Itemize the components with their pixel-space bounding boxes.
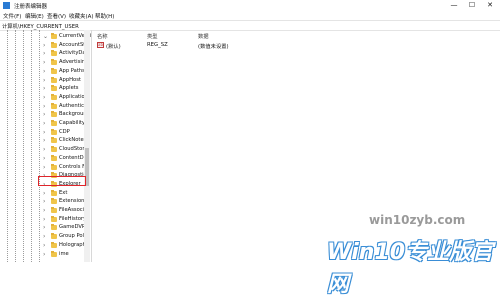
tree-item-label: ClickNote — [59, 137, 84, 144]
chevron-right-icon[interactable]: › — [43, 94, 45, 101]
folder-icon — [51, 128, 57, 135]
chevron-right-icon[interactable]: › — [43, 120, 45, 127]
folder-icon — [51, 93, 57, 100]
values-list: 名称 类型 数据 ab (默认) REG_SZ (数值未设置) — [92, 30, 500, 262]
menu-view[interactable]: 查看(V) — [47, 12, 66, 20]
tree-item-label: ContentDe — [59, 154, 87, 161]
value-name: (默认) — [106, 44, 121, 50]
column-header-type[interactable]: 类型 — [147, 32, 158, 40]
folder-icon — [51, 76, 57, 83]
value-type: REG_SZ — [147, 42, 168, 48]
folder-icon — [51, 163, 57, 170]
chevron-right-icon[interactable]: › — [43, 207, 45, 214]
menu-favorites[interactable]: 收藏夹(A) — [69, 12, 94, 20]
folder-icon — [51, 198, 57, 205]
chevron-right-icon[interactable]: › — [43, 155, 45, 162]
title-bar: 注册表编辑器 — ☐ ✕ — [0, 0, 500, 11]
tree-item-label: ime — [59, 250, 69, 257]
chevron-right-icon[interactable]: › — [43, 233, 45, 240]
tree-item-label: CDP — [59, 128, 70, 135]
string-value-icon: ab — [97, 42, 104, 48]
explorer-highlight-box — [38, 176, 86, 186]
tree-item-label: Ext — [59, 189, 68, 196]
chevron-right-icon[interactable]: › — [43, 129, 45, 136]
tree-item-label: Controls F — [59, 163, 86, 170]
chevron-right-icon[interactable]: › — [43, 137, 45, 144]
folder-icon — [51, 146, 57, 153]
menu-edit[interactable]: 编辑(E) — [25, 12, 44, 20]
chevron-right-icon[interactable]: › — [43, 59, 45, 66]
chevron-down-icon[interactable]: ⌄ — [43, 33, 48, 40]
watermark-url: win10zyb.com — [369, 213, 466, 227]
value-data: (数值未设置) — [198, 44, 229, 50]
folder-icon — [51, 50, 57, 57]
minimize-button[interactable]: — — [445, 0, 463, 11]
chevron-right-icon[interactable]: › — [43, 85, 45, 92]
tree-item-label: GameDVR — [59, 224, 86, 231]
maximize-button[interactable]: ☐ — [463, 0, 481, 11]
chevron-right-icon[interactable]: › — [43, 68, 45, 75]
folder-icon — [51, 189, 57, 196]
folder-icon — [51, 85, 57, 92]
tree-item[interactable]: › ime — [0, 250, 91, 260]
folder-icon — [51, 250, 57, 257]
tree-item-label: CloudStor — [59, 146, 85, 153]
tree-item-label: Extensions — [59, 198, 88, 205]
chevron-right-icon[interactable]: › — [43, 216, 45, 223]
chevron-right-icon[interactable]: › — [43, 198, 45, 205]
watermark-logo-text: Win10专业版官网 — [327, 240, 494, 297]
chevron-right-icon[interactable]: › — [43, 242, 45, 249]
tree-item-label: Applets — [59, 85, 79, 92]
tree-item-label: Advertisin — [59, 59, 86, 66]
folder-icon — [51, 215, 57, 222]
menu-help[interactable]: 帮助(H) — [95, 12, 114, 20]
chevron-right-icon[interactable]: › — [43, 164, 45, 171]
folder-icon — [51, 102, 57, 109]
tree-item-label: Applicatio — [59, 93, 85, 100]
close-button[interactable]: ✕ — [481, 0, 499, 11]
folder-icon — [51, 137, 57, 144]
window-title: 注册表编辑器 — [14, 4, 48, 10]
folder-icon — [51, 111, 57, 118]
menu-file[interactable]: 文件(F) — [3, 12, 21, 20]
chevron-right-icon[interactable]: › — [43, 146, 45, 153]
column-header-data[interactable]: 数据 — [198, 32, 209, 40]
chevron-right-icon[interactable]: › — [43, 42, 45, 49]
regedit-app-icon — [3, 2, 10, 9]
folder-icon — [51, 120, 57, 126]
value-row[interactable]: ab (默认) REG_SZ (数值未设置) — [92, 41, 500, 50]
chevron-right-icon[interactable]: › — [43, 50, 45, 57]
address-path[interactable]: 计算机\HKEY_CURRENT_USER — [2, 22, 79, 30]
chevron-right-icon[interactable]: › — [43, 103, 45, 110]
tree-item-label: Backgroun — [59, 111, 87, 118]
tree-item-label: Holograph — [59, 241, 86, 248]
folder-icon — [51, 224, 57, 231]
folder-icon — [51, 33, 57, 39]
chevron-right-icon[interactable]: › — [43, 77, 45, 84]
chevron-right-icon[interactable]: › — [43, 111, 45, 118]
tree-item-label: App Paths — [59, 67, 85, 74]
folder-icon — [51, 67, 57, 74]
folder-icon — [51, 207, 57, 213]
menu-bar: 文件(F) 编辑(E) 查看(V) 收藏夹(A) 帮助(H) — [0, 11, 500, 20]
registry-tree: ⌄CurrentVersion›AccountSt›ActivityDat›Ad… — [0, 30, 92, 262]
tree-item-label: AppHost — [59, 76, 81, 83]
folder-icon — [51, 154, 57, 161]
tree-scrollbar[interactable] — [84, 30, 90, 262]
chevron-right-icon[interactable]: › — [43, 190, 45, 197]
chevron-right-icon[interactable]: › — [43, 251, 45, 258]
folder-icon — [51, 59, 57, 66]
column-header-name[interactable]: 名称 — [97, 32, 108, 40]
folder-icon — [51, 233, 57, 240]
tree-item-label: FileHistory — [59, 215, 87, 222]
chevron-right-icon[interactable]: › — [43, 224, 45, 231]
tree-item-label: Capability — [59, 120, 85, 126]
folder-icon — [51, 241, 57, 248]
tree-item-label: Authentica — [59, 102, 88, 109]
folder-icon — [51, 41, 57, 48]
tree-item-label: Group Pol — [59, 233, 84, 240]
tree-item-label: AccountSt — [59, 41, 86, 48]
